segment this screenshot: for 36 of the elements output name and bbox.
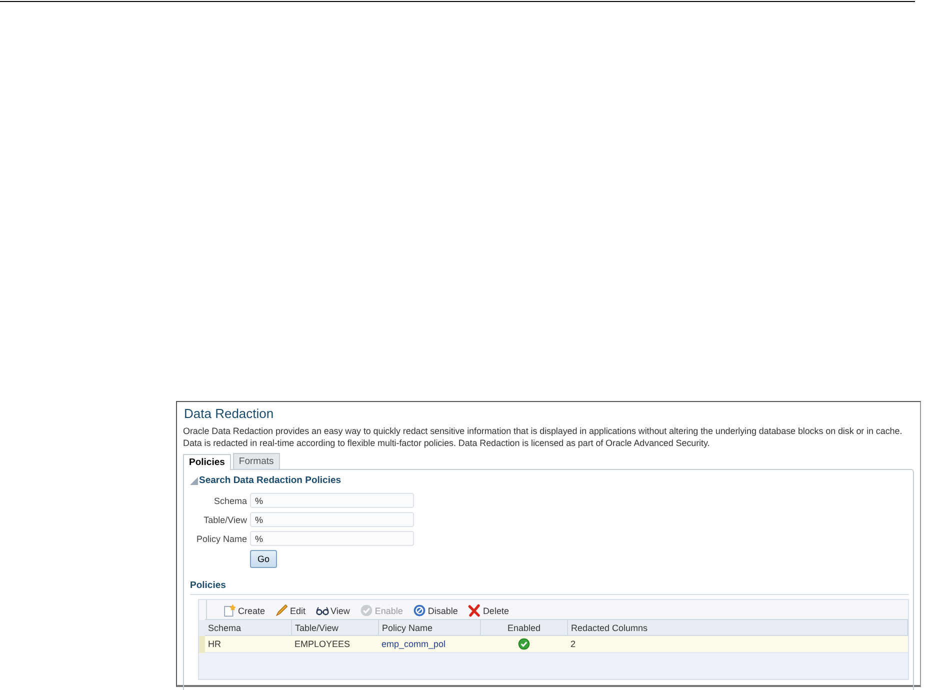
column-header: Redacted Columns <box>568 620 908 636</box>
page-title: Data Redaction <box>184 406 275 421</box>
table-cell: EMPLOYEES <box>292 636 378 652</box>
go-button[interactable]: Go <box>250 550 277 568</box>
cross-icon <box>468 604 481 617</box>
edit-button[interactable]: Edit <box>275 604 306 617</box>
section-title: Policies <box>190 580 909 595</box>
tab[interactable]: Formats <box>232 453 280 469</box>
tab[interactable]: Policies <box>183 454 231 470</box>
column-header: Table/View <box>292 620 378 636</box>
column-header: Policy Name <box>378 620 480 636</box>
description-text: Oracle Data Redaction provides an easy way to quickly redact sensitive information that is displayed in applications without altering the underlying database blocks on disk or in cache. <box>183 425 904 437</box>
field-label: Schema <box>212 496 247 506</box>
disable-button[interactable]: Disable <box>412 604 458 617</box>
glasses-icon <box>316 604 329 617</box>
table-cell: 2 <box>568 636 908 652</box>
description-text: Data is redacted in real-time according to flexible multi-factor policies. Data Redaction is licensed as part of Oracle Advanced Security. <box>183 437 711 449</box>
input-field[interactable]: % <box>250 531 414 546</box>
input-field[interactable]: % <box>250 512 414 527</box>
disclosure-icon[interactable] <box>190 476 198 484</box>
pencil-icon <box>275 604 288 617</box>
field-label: Policy Name <box>195 534 247 544</box>
blocked-circle-icon <box>412 604 426 617</box>
column-header: Schema <box>205 620 292 636</box>
section-title: Search Data Redaction Policies <box>199 475 342 486</box>
delete-button[interactable]: Delete <box>468 604 509 617</box>
create-button[interactable]: Create <box>223 604 266 617</box>
column-header: Enabled <box>480 620 568 636</box>
field-label: Table/View <box>202 514 247 524</box>
table-cell: HR <box>205 636 292 652</box>
policy-link[interactable]: emp_comm_pol <box>378 636 480 652</box>
table-row[interactable]: HR EMPLOYEES emp_comm_pol 2 <box>199 636 908 652</box>
new-document-icon <box>223 604 236 617</box>
check-circle-icon <box>360 604 373 617</box>
input-field[interactable]: % <box>250 493 414 508</box>
view-button[interactable]: View <box>316 604 350 617</box>
